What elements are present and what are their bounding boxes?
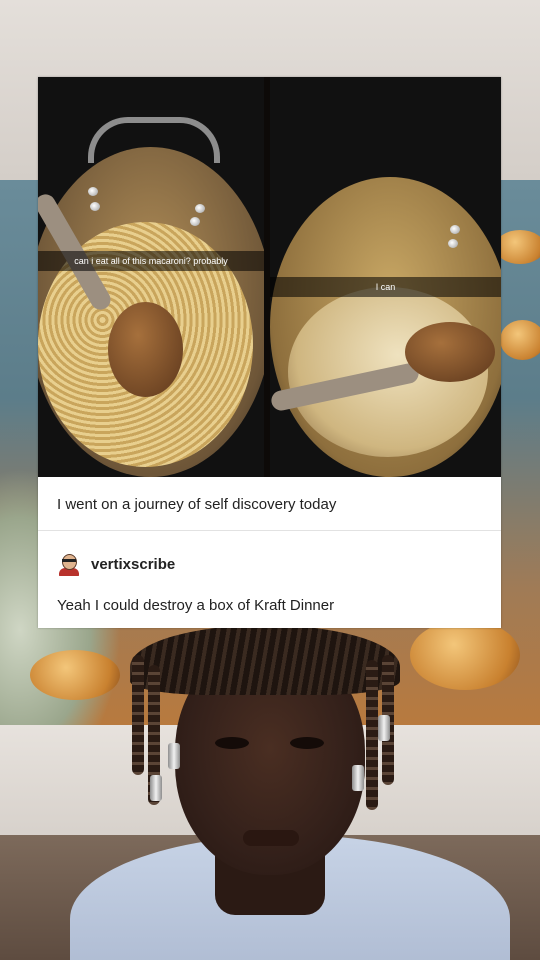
hair-bead [168,743,180,769]
wooden-spoon [405,322,495,382]
left-eye [215,737,249,749]
hair [130,625,400,695]
post-text: I went on a journey of self discovery to… [57,496,337,513]
macaroni-pot-photo: can i eat all of this macaroni? probably [38,77,264,477]
mouth [243,830,299,846]
pot-handle [88,117,220,163]
snap-caption: I can [270,277,501,297]
hair-bead [378,715,390,741]
tumblr-post-card: can i eat all of this macaroni? probably… [38,77,501,628]
divider [38,530,501,531]
right-eye [290,737,324,749]
snap-caption: can i eat all of this macaroni? probably [38,251,264,271]
reply-username[interactable]: vertixscribe [91,556,175,573]
post-photos: can i eat all of this macaroni? probably… [38,77,501,477]
empty-pot-photo: I can [270,77,501,477]
hair-bead [150,775,162,801]
wooden-spoon [108,302,183,397]
hair-bead [352,765,364,791]
reply-text: Yeah I could destroy a box of Kraft Dinn… [57,597,335,614]
user-avatar-icon[interactable] [57,552,81,576]
person [70,625,510,960]
